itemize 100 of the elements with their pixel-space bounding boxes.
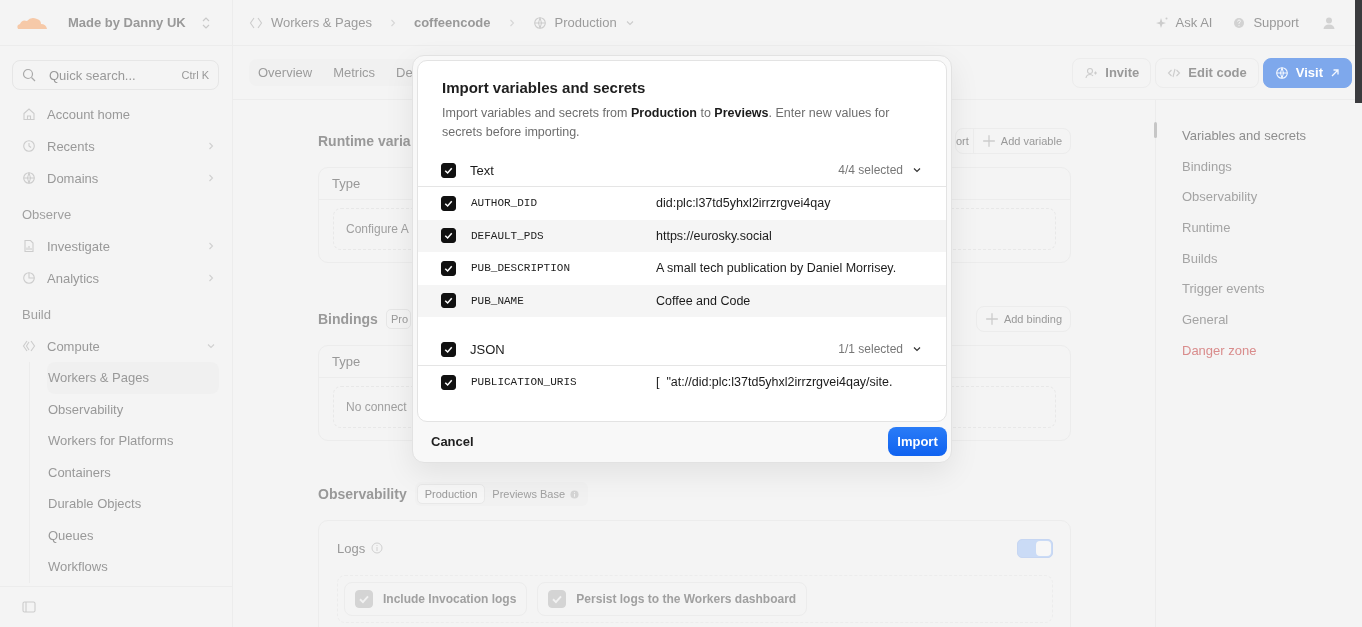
cancel-button[interactable]: Cancel [427,430,478,453]
invite-button[interactable]: Invite [1072,57,1152,88]
nav-item[interactable]: Compute [22,330,216,362]
code-brackets-icon [22,339,36,353]
page-nav-link[interactable]: Runtime [1182,219,1231,235]
section-title: Runtime varia [318,133,411,149]
add-button[interactable]: Add variable [973,129,1070,153]
checkbox[interactable] [441,260,456,276]
environment-tab[interactable]: Production [416,484,486,504]
environment-tab[interactable]: Previews Base [485,484,587,504]
selection-count[interactable]: 4/4 selected [838,163,903,177]
nav-item[interactable]: Analytics [22,262,216,294]
nav-subitem[interactable]: Workers for Platforms [47,425,219,457]
option-label: Include Invocation logs [383,592,517,606]
group-label: JSON [470,341,506,357]
account-name[interactable]: Made by Danny UK [68,15,202,30]
nav-subitem[interactable]: Workers & Pages [47,362,219,394]
nav-subitem[interactable]: Durable Objects [47,488,219,520]
search-icon [22,68,36,82]
checkbox[interactable] [441,228,456,244]
person-add-icon [1084,65,1099,80]
globe-icon [532,15,547,30]
variable-value: Coffee and Code [656,293,751,308]
checkbox[interactable] [441,293,456,309]
plus-icon [984,312,999,326]
breadcrumb-link[interactable]: Workers & Pages [271,15,372,30]
tab[interactable]: Overview [258,65,324,80]
column-header: Type [332,354,361,369]
log-option[interactable]: Include Invocation logs [344,582,528,616]
page-nav-link[interactable]: General [1182,311,1229,327]
page-nav-link[interactable]: Trigger events [1182,281,1265,297]
page-nav-link[interactable]: Danger zone [1182,342,1257,358]
variable-value: [ "at://did:plc:l37td5yhxl2irrzrgvei4qay/site. [656,375,893,390]
breadcrumb-link[interactable]: Production [554,15,617,30]
globe-icon [1274,65,1289,80]
nav-item[interactable]: Investigate [22,230,216,262]
log-option[interactable]: Persist logs to the Workers dashboard [537,582,808,616]
option-label: Persist logs to the Workers dashboard [576,592,797,606]
page-nav-link[interactable]: Observability [1182,189,1258,205]
nav-label: Account home [47,106,132,122]
nav-label: Recents [47,138,96,154]
house-icon [22,107,36,121]
toolbar-link[interactable]: Ask AI [1175,15,1213,30]
dialog-description: Import variables and secrets from Production to Previews. Enter new values for secrets before importing. [441,105,891,141]
variable-name: PUB_DESCRIPTION [471,262,572,275]
globe-icon [22,171,36,185]
sidebar-toggle-icon[interactable] [22,600,36,614]
clock-icon [22,139,36,153]
empty-message: Configure A [346,222,409,236]
nav-item[interactable]: Domains [22,162,216,194]
cloud-logo-icon [15,15,49,30]
nav-item[interactable]: Recents [22,130,216,162]
import-button[interactable]: ort [956,129,974,153]
group-label: Text [470,162,495,178]
variable-name: PUBLICATION_URIS [471,376,578,389]
page-nav-link[interactable]: Builds [1182,250,1218,266]
pie-chart-icon [22,271,36,285]
toolbar-link[interactable]: Support [1253,15,1299,30]
page-nav-link[interactable]: Variables and secrets [1182,127,1307,143]
nav-label: Compute [47,338,101,354]
checkbox[interactable] [441,162,456,178]
plus-icon [981,134,996,148]
info-icon [371,542,384,554]
add-button[interactable]: Add binding [976,307,1070,331]
chevron-down-icon[interactable] [912,165,922,175]
visit-button[interactable]: Visit [1262,57,1352,88]
nav-subitem[interactable]: Workflows [47,551,219,583]
nav-label: Investigate [47,238,111,254]
nav-item[interactable]: Account home [22,98,216,130]
page-nav-link[interactable]: Bindings [1182,158,1232,174]
empty-message: No connect [346,400,407,414]
scrollbar[interactable] [1355,0,1362,103]
code-brackets-icon [249,15,263,30]
nav-label: Analytics [47,270,101,286]
nav-subitem[interactable]: Observability [47,393,219,425]
dialog-title: Import variables and secrets [441,79,647,96]
card-title: Logs [337,540,366,556]
column-header: Type [332,176,361,191]
document-chart-icon [22,239,36,253]
nav-subitem[interactable]: Containers [47,456,219,488]
environment-badge: Pro [385,309,411,329]
switch-chevrons-icon[interactable] [202,15,210,30]
logs-toggle[interactable] [1017,538,1053,558]
checkbox[interactable] [441,341,456,357]
checkbox[interactable] [441,374,456,390]
variable-value: https://eurosky.social [656,228,772,243]
shortcut-hint: Ctrl K [181,69,209,81]
tab[interactable]: Metrics [333,65,387,80]
breadcrumb-link[interactable]: coffeencode [413,15,491,30]
section-label: Observe [22,206,73,224]
checkbox[interactable] [441,195,456,211]
arrow-up-right-icon [1330,67,1340,78]
import-button[interactable]: Import [888,427,947,456]
nav-label: Domains [47,170,100,186]
selection-count[interactable]: 1/1 selected [838,342,903,356]
chevron-down-icon[interactable] [912,344,922,354]
edit-code-button[interactable]: Edit code [1155,57,1259,88]
section-title: Bindings [318,311,378,327]
nav-subitem[interactable]: Queues [47,519,219,551]
variable-name: AUTHOR_DID [471,197,538,210]
